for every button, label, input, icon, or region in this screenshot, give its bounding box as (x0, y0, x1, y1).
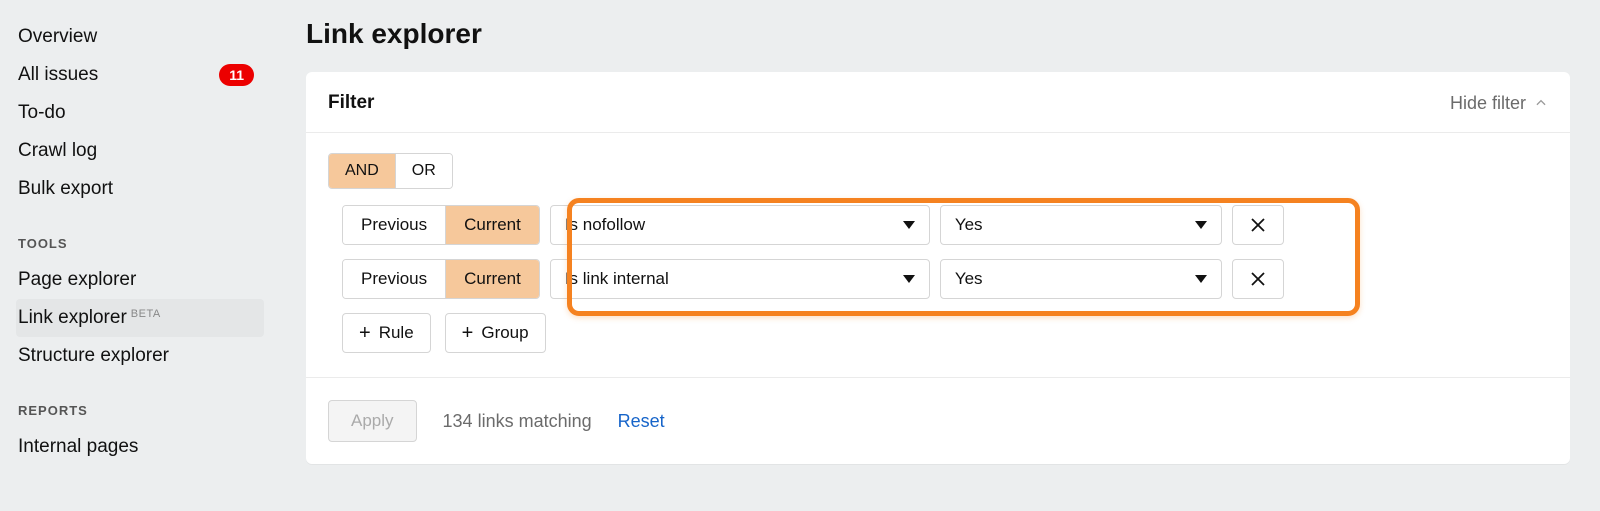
logic-and[interactable]: AND (329, 154, 395, 188)
beta-tag: BETA (131, 308, 161, 320)
plus-icon: + (359, 323, 371, 343)
sidebar-item-label: Link explorerBETA (18, 307, 161, 329)
scope-current[interactable]: Current (445, 260, 539, 298)
sidebar-item-overview[interactable]: Overview (16, 18, 264, 56)
sidebar-item-link-explorer[interactable]: Link explorerBETA (16, 299, 264, 337)
close-icon (1249, 270, 1267, 288)
filter-panel: Filter Hide filter AND OR Previous Curre… (306, 72, 1570, 464)
filter-title: Filter (328, 92, 374, 114)
hide-filter-label: Hide filter (1450, 93, 1526, 114)
apply-button[interactable]: Apply (328, 400, 417, 442)
rule-field-select[interactable]: Is nofollow (550, 205, 930, 245)
rule-field-value: Is nofollow (565, 215, 645, 235)
reset-link[interactable]: Reset (618, 411, 665, 432)
rule-field-value: Is link internal (565, 269, 669, 289)
sidebar-item-label: To-do (18, 102, 66, 124)
sidebar-item-label: All issues (18, 64, 98, 86)
issues-count-badge: 11 (219, 64, 254, 86)
remove-rule-button[interactable] (1232, 259, 1284, 299)
main-content: Link explorer Filter Hide filter AND OR … (278, 0, 1600, 511)
sidebar-item-page-explorer[interactable]: Page explorer (16, 261, 264, 299)
filter-panel-header: Filter Hide filter (306, 72, 1570, 132)
scope-previous[interactable]: Previous (343, 260, 445, 298)
scope-previous[interactable]: Previous (343, 206, 445, 244)
sidebar-item-label: Overview (18, 26, 97, 48)
sidebar-item-bulk-export[interactable]: Bulk export (16, 170, 264, 208)
rule-field-select[interactable]: Is link internal (550, 259, 930, 299)
remove-rule-button[interactable] (1232, 205, 1284, 245)
rules-container: Previous Current Is nofollow Yes (328, 205, 1548, 299)
add-group-label: Group (481, 323, 528, 343)
page-title: Link explorer (306, 18, 1570, 50)
sidebar-item-label: Structure explorer (18, 345, 169, 367)
sidebar-item-internal-pages[interactable]: Internal pages (16, 428, 264, 466)
filter-rule: Previous Current Is link internal Yes (342, 259, 1548, 299)
add-rule-label: Rule (379, 323, 414, 343)
sidebar-item-crawl-log[interactable]: Crawl log (16, 132, 264, 170)
sidebar-item-label: Internal pages (18, 436, 138, 458)
rule-value-select[interactable]: Yes (940, 259, 1222, 299)
sidebar-item-label: Bulk export (18, 178, 113, 200)
caret-down-icon (1195, 275, 1207, 283)
match-count-text: 134 links matching (443, 411, 592, 432)
hide-filter-toggle[interactable]: Hide filter (1450, 93, 1548, 114)
sidebar-item-label: Page explorer (18, 269, 136, 291)
caret-down-icon (1195, 221, 1207, 229)
close-icon (1249, 216, 1267, 234)
filter-footer: Apply 134 links matching Reset (306, 377, 1570, 464)
chevron-up-icon (1534, 96, 1548, 110)
sidebar: Overview All issues 11 To-do Crawl log B… (0, 0, 278, 511)
sidebar-heading-reports: REPORTS (18, 403, 264, 418)
logic-toggle: AND OR (328, 153, 453, 189)
scope-current[interactable]: Current (445, 206, 539, 244)
caret-down-icon (903, 275, 915, 283)
caret-down-icon (903, 221, 915, 229)
rule-value-value: Yes (955, 215, 983, 235)
plus-icon: + (462, 323, 474, 343)
sidebar-item-structure-explorer[interactable]: Structure explorer (16, 337, 264, 375)
filter-rule: Previous Current Is nofollow Yes (342, 205, 1548, 245)
sidebar-item-todo[interactable]: To-do (16, 94, 264, 132)
sidebar-heading-tools: TOOLS (18, 236, 264, 251)
rule-value-select[interactable]: Yes (940, 205, 1222, 245)
add-controls: + Rule + Group (328, 313, 1548, 353)
add-group-button[interactable]: + Group (445, 313, 546, 353)
logic-or[interactable]: OR (395, 154, 452, 188)
sidebar-item-label: Crawl log (18, 140, 97, 162)
rule-scope-toggle: Previous Current (342, 259, 540, 299)
rule-value-value: Yes (955, 269, 983, 289)
filter-body: AND OR Previous Current Is nofollow Yes (306, 132, 1570, 377)
rule-scope-toggle: Previous Current (342, 205, 540, 245)
sidebar-item-all-issues[interactable]: All issues 11 (16, 56, 264, 94)
add-rule-button[interactable]: + Rule (342, 313, 431, 353)
